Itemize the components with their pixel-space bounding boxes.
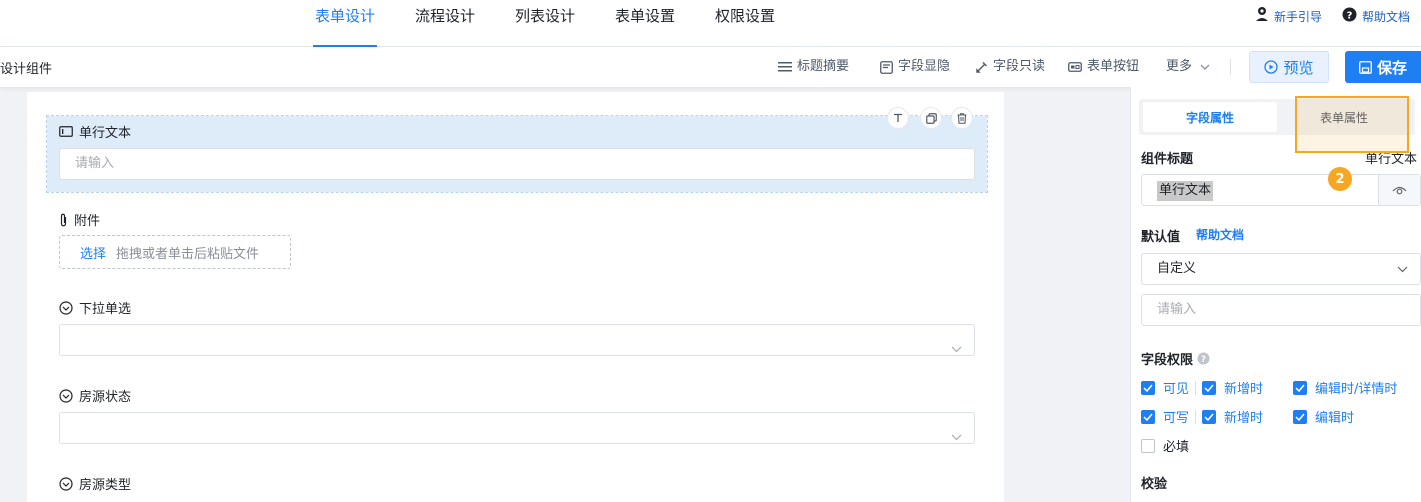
more-dropdown[interactable]: 更多 [1166,58,1210,76]
text-input-icon [59,126,73,137]
eye-icon [1392,185,1407,196]
upload-hint: 拖拽或者单击后粘贴文件 [116,246,260,262]
svg-text:?: ? [1201,355,1206,365]
chevron-circle-icon [59,476,73,491]
checkbox-writable[interactable] [1141,409,1155,424]
chevron-down-icon [1200,64,1210,70]
text-style-button[interactable] [887,107,909,129]
default-value-input[interactable]: 请输入 [1141,294,1421,326]
button-icon [1068,61,1082,73]
file-upload-area[interactable]: 选择 拖拽或者单击后粘贴文件 [59,235,291,269]
eye-toggle[interactable] [1378,175,1420,205]
user-location-icon [1255,6,1269,28]
save-icon [1359,60,1372,74]
trash-icon [957,112,967,124]
paperclip-icon [59,213,68,227]
checkbox-visible[interactable] [1141,380,1155,395]
delete-field-button[interactable] [951,107,973,129]
help-docs-link[interactable]: ? 帮助文档 [1342,7,1410,27]
field-dropdown-single: 下拉单选 [47,292,987,362]
tab-form-settings[interactable]: 表单设置 [615,0,675,47]
tutorial-highlight-frame [1295,96,1409,153]
validation-label: 校验 [1141,477,1168,492]
field-label: 单行文本 [59,122,131,141]
beginner-guide-link[interactable]: 新手引导 [1255,7,1322,27]
checkbox-writable-on-create[interactable] [1202,409,1217,424]
chevron-down-icon [951,423,962,453]
field-readonly-button[interactable]: 字段只读 [976,58,1045,76]
chevron-circle-icon [59,388,73,403]
default-help-link[interactable]: 帮助文档 [1196,226,1244,243]
field-label: 房源状态 [59,386,131,405]
field-single-line-text[interactable]: 单行文本 请输入 [46,107,988,193]
component-title-label: 组件标题 [1141,152,1194,167]
tab-list-design[interactable]: 列表设计 [515,0,575,47]
field-permission-label: 字段权限 ? [1141,349,1210,368]
field-label: 附件 [59,210,100,229]
copy-field-button[interactable] [920,107,942,129]
field-housing-status: 房源状态 [47,380,987,450]
field-housing-type: 房源类型 [47,468,987,502]
checkbox-visible-on-edit-detail[interactable] [1293,380,1308,395]
form-toolbar: 设计组件 标题摘要 字段显隐 字段只读 表单按钮 更多 预览 保存 [0,47,1421,87]
play-circle-icon [1264,60,1279,74]
component-title-input[interactable]: 单行文本 [1141,174,1421,206]
form-buttons-button[interactable]: 表单按钮 [1068,58,1139,76]
title-summary-button[interactable]: 标题摘要 [778,58,849,76]
top-nav: 表单设计 流程设计 列表设计 表单设置 权限设置 新手引导 ? 帮助文档 [0,0,1421,47]
title-input-selected-text: 单行文本 [1157,181,1214,201]
choose-file-link[interactable]: 选择 [80,243,106,262]
checkbox-writable-on-edit[interactable] [1293,409,1308,424]
save-button[interactable]: 保存 [1345,51,1421,83]
field-label: 下拉单选 [59,298,131,317]
checkbox-visible-on-create[interactable] [1202,380,1217,395]
copy-icon [925,112,937,124]
chevron-down-icon [951,335,962,365]
default-value-label: 默认值 [1141,230,1181,245]
chevron-circle-icon [59,300,73,315]
field-label: 房源类型 [59,474,131,493]
divider [1195,380,1197,395]
permission-row-writable: 可写 新增时 编辑时 [1141,407,1354,426]
dropdown-select[interactable] [59,324,975,356]
title-icon [778,61,792,73]
visibility-icon [880,60,893,74]
tab-form-design[interactable]: 表单设计 [313,0,378,47]
toolbar-divider [1230,59,1231,75]
tab-field-properties[interactable]: 字段属性 [1143,102,1277,132]
permission-row-visible: 可见 新增时 编辑时/详情时 [1141,378,1397,397]
housing-status-select[interactable] [59,412,975,444]
field-visibility-button[interactable]: 字段显隐 [880,58,950,76]
tab-permission-settings[interactable]: 权限设置 [715,0,775,47]
single-line-input[interactable]: 请输入 [59,148,975,180]
svg-text:?: ? [1347,10,1353,21]
tab-process-design[interactable]: 流程设计 [415,0,475,47]
design-components-label: 设计组件 [0,62,53,77]
form-canvas: 单行文本 请输入 附件 选择 拖拽或者单击后粘贴文件 下拉单选 房源状态 房源类… [27,92,1004,502]
required-row: 必填 [1141,436,1189,455]
checkbox-required[interactable] [1141,438,1155,453]
chevron-down-icon [1397,266,1408,273]
question-circle-icon[interactable]: ? [1197,352,1210,365]
preview-button[interactable]: 预览 [1249,51,1329,83]
edit-off-icon [976,61,988,73]
tutorial-step-badge: 2 [1328,167,1352,191]
field-attachment: 附件 选择 拖拽或者单击后粘贴文件 [47,204,987,274]
default-mode-select[interactable]: 自定义 [1141,253,1421,285]
question-circle-icon: ? [1342,7,1357,28]
divider [1195,409,1197,424]
text-t-icon [893,113,903,123]
